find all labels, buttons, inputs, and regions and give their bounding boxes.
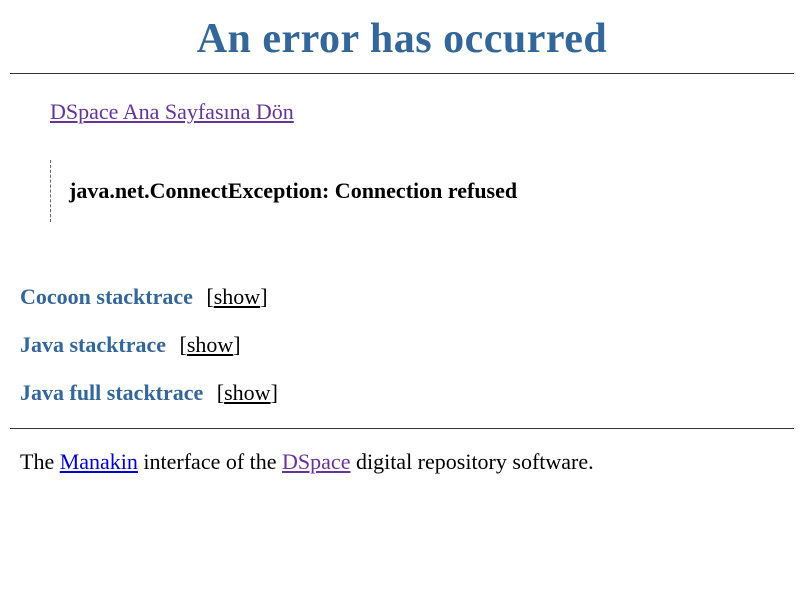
error-heading: An error has occurred: [10, 15, 794, 63]
bracket-close: ]: [271, 380, 278, 405]
footer-text-suffix: digital repository software.: [350, 449, 593, 474]
stacktrace-label: Java stacktrace: [20, 332, 166, 357]
show-java-full-link[interactable]: show: [224, 380, 270, 405]
dspace-link[interactable]: DSpace: [282, 449, 350, 474]
bracket-open: [: [206, 284, 213, 309]
bracket-close: ]: [233, 332, 240, 357]
stacktrace-java-full: Java full stacktrace [show]: [20, 380, 784, 406]
content-area: DSpace Ana Sayfasına Dön java.net.Connec…: [10, 79, 794, 262]
home-link[interactable]: DSpace Ana Sayfasına Dön: [50, 99, 294, 124]
stacktrace-java: Java stacktrace [show]: [20, 332, 784, 358]
stacktrace-label: Cocoon stacktrace: [20, 284, 193, 309]
footer-text-mid: interface of the: [138, 449, 282, 474]
bracket-open: [: [180, 332, 187, 357]
bracket-close: ]: [260, 284, 267, 309]
divider-top: [10, 73, 794, 74]
error-message: java.net.ConnectException: Connection re…: [69, 178, 517, 203]
stacktrace-cocoon: Cocoon stacktrace [show]: [20, 284, 784, 310]
footer-text-prefix: The: [20, 449, 60, 474]
stacktrace-label: Java full stacktrace: [20, 380, 203, 405]
stacktrace-section: Cocoon stacktrace [show] Java stacktrace…: [10, 284, 794, 406]
divider-bottom: [10, 428, 794, 429]
manakin-link[interactable]: Manakin: [60, 449, 138, 474]
footer: The Manakin interface of the DSpace digi…: [10, 439, 794, 485]
error-box: java.net.ConnectException: Connection re…: [50, 160, 784, 222]
show-cocoon-link[interactable]: show: [214, 284, 260, 309]
show-java-link[interactable]: show: [187, 332, 233, 357]
